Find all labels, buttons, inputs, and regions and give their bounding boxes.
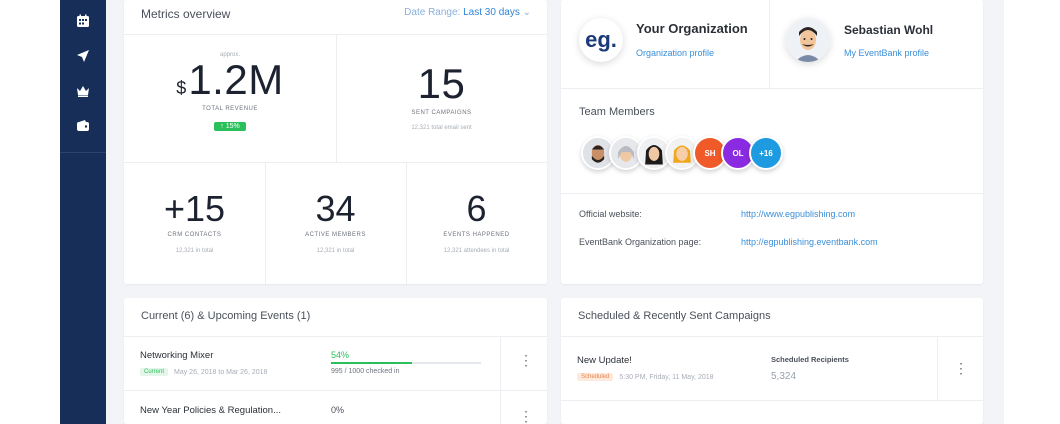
events-card: Current (6) & Upcoming Events (1) Networ…	[124, 298, 547, 424]
calendar-icon[interactable]	[74, 12, 92, 30]
user-name: Sebastian Wohl	[844, 23, 934, 37]
avatar-initials: OL	[732, 148, 744, 158]
website-label: Official website:	[579, 209, 642, 219]
sidebar-divider	[60, 152, 106, 153]
events-title: Current (6) & Upcoming Events (1)	[141, 310, 311, 322]
revenue-value: 1.2M	[188, 56, 284, 103]
metrics-title: Metrics overview	[141, 7, 231, 21]
crown-icon[interactable]	[74, 82, 92, 100]
divider	[124, 162, 547, 163]
app-page: Metrics overview Date Range: Last 30 day…	[0, 0, 1060, 424]
divider	[561, 88, 983, 89]
sidebar	[60, 0, 106, 424]
campaigns-card: Scheduled & Recently Sent Campaigns New …	[561, 298, 983, 424]
campaign-time: 5:30 PM, Friday, 11 May, 2018	[619, 373, 714, 381]
revenue-label: Total revenue	[202, 106, 258, 112]
more-options-icon[interactable]: ⋮	[519, 409, 533, 423]
metric-events-happened: 6 Events happened 12,321 attendees in to…	[406, 188, 547, 255]
organization-name: Your Organization	[636, 21, 748, 36]
organization-logo: eg.	[579, 18, 623, 62]
metric-active-members: 34 Active members 12,321 in total	[265, 188, 406, 255]
date-range-label: Date Range:	[404, 7, 461, 18]
divider	[124, 390, 547, 391]
checked-in-count: 995 / 1000 checked in	[331, 368, 400, 375]
date-range-selector[interactable]: Date Range: Last 30 days ⌄	[404, 7, 531, 18]
events-value: 6	[466, 188, 487, 229]
sent-value: 15	[417, 60, 466, 107]
team-members-title: Team Members	[579, 106, 655, 118]
user-profile-link[interactable]: My EventBank profile	[844, 48, 929, 58]
crm-note: 12,321 in total	[175, 248, 214, 254]
divider	[561, 400, 983, 401]
progress-fill	[331, 362, 412, 364]
recipients-label: Scheduled Recipients	[771, 355, 849, 364]
currency-symbol: $	[176, 78, 187, 98]
event-dates: May 26, 2018 to Mar 26, 2018	[174, 368, 268, 376]
more-options-icon[interactable]: ⋮	[954, 361, 968, 375]
divider	[500, 390, 501, 424]
members-label: Active members	[305, 232, 366, 238]
metric-revenue: approx. $ 1.2M Total revenue ↑ 15%	[124, 52, 336, 133]
date-range-value: Last 30 days	[463, 7, 520, 18]
divider	[769, 0, 770, 88]
event-name: New Year Policies & Regulation...	[140, 405, 281, 416]
wallet-icon[interactable]	[74, 117, 92, 135]
event-name: Networking Mixer	[140, 350, 214, 361]
more-options-icon[interactable]: ⋮	[519, 353, 533, 367]
divider	[937, 336, 938, 400]
status-badge: Scheduled	[577, 373, 614, 381]
change-badge: ↑ 15%	[214, 122, 246, 131]
avatar[interactable]	[786, 18, 830, 62]
progress-bar	[331, 362, 481, 364]
progress-percent: 0%	[331, 405, 345, 415]
crm-value: +15	[163, 188, 226, 229]
eventbank-link[interactable]: http://egpublishing.eventbank.com	[741, 237, 878, 247]
metric-sent-campaigns: 15 Sent campaigns 12,321 total email sen…	[336, 60, 547, 132]
divider	[124, 336, 547, 337]
chevron-down-icon: ⌄	[522, 7, 531, 18]
avatar-initials: +16	[759, 148, 773, 158]
divider	[500, 336, 501, 390]
eventbank-label: EventBank Organization page:	[579, 237, 702, 247]
divider	[561, 193, 983, 194]
members-note: 12,321 in total	[316, 248, 355, 254]
crm-label: CRM contacts	[167, 232, 222, 238]
members-value: 34	[315, 188, 356, 229]
progress-percent: 54%	[331, 350, 350, 360]
send-icon[interactable]	[74, 47, 92, 65]
events-note: 12,321 attendees in total	[443, 248, 510, 254]
metric-crm-contacts: +15 CRM contacts 12,321 in total	[124, 188, 265, 255]
metrics-card: Metrics overview Date Range: Last 30 day…	[124, 0, 547, 284]
more-members-badge[interactable]: +16	[749, 136, 783, 170]
sent-note: 12,321 total email sent	[411, 125, 472, 131]
dashboard-canvas: Metrics overview Date Range: Last 30 day…	[106, 0, 1004, 424]
campaign-name: New Update!	[577, 355, 632, 366]
campaigns-title: Scheduled & Recently Sent Campaigns	[578, 310, 771, 322]
status-badge: Current	[140, 368, 169, 376]
events-label: Events happened	[443, 232, 510, 238]
logo-text: eg.	[585, 27, 617, 52]
recipients-count: 5,324	[771, 371, 797, 382]
website-link[interactable]: http://www.egpublishing.com	[741, 209, 855, 219]
sent-label: Sent campaigns	[411, 110, 472, 116]
avatar-initials: SH	[704, 148, 716, 158]
divider	[561, 336, 983, 337]
organization-card: eg. Your Organization Organization profi…	[561, 0, 983, 284]
organization-profile-link[interactable]: Organization profile	[636, 48, 714, 58]
